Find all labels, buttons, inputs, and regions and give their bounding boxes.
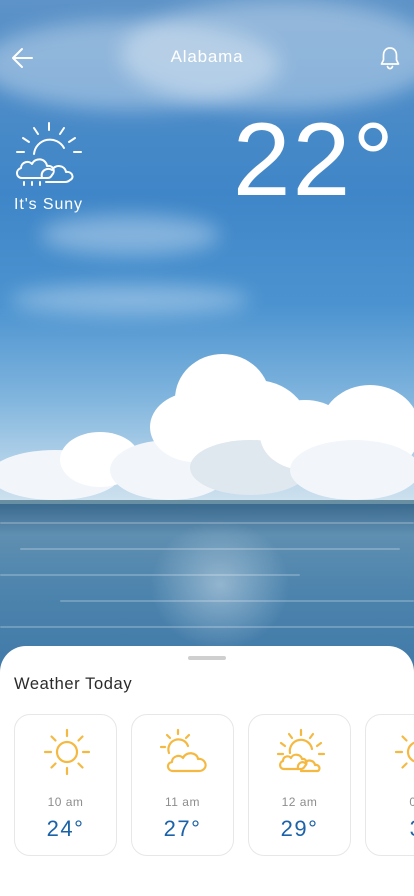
ripple (60, 600, 414, 602)
condition-label: It's Suny (14, 196, 83, 213)
page-title: Alabama (170, 47, 244, 66)
hour-label: 12 am (281, 795, 318, 809)
current-temperature: 22° (232, 102, 396, 218)
hour-label: 10 am (47, 795, 84, 809)
bell-icon (380, 47, 400, 70)
section-title: Weather Today (14, 675, 133, 693)
hourly-forecast-list[interactable]: 10 am 24° 11 am 27° 12 am 29° 0 (14, 714, 414, 858)
cloud-wisp (40, 215, 220, 255)
hour-temperature: 24° (46, 816, 85, 841)
hour-temperature: 27° (163, 816, 202, 841)
ripple (0, 574, 300, 576)
hourly-card[interactable]: 10 am 24° (14, 714, 117, 856)
sun-icon (394, 735, 414, 769)
hourly-card[interactable]: 11 am 27° (131, 714, 234, 856)
ripple (20, 548, 400, 550)
sun-icon (43, 728, 91, 776)
ripple (0, 626, 414, 628)
cloud-wisp (10, 285, 250, 315)
notifications-button[interactable] (378, 45, 402, 71)
top-bar: Alabama (0, 0, 414, 116)
hour-temperature: 29° (280, 816, 319, 841)
hourly-card[interactable]: 01 3 (365, 714, 414, 856)
hourly-card[interactable]: 12 am 29° (248, 714, 351, 856)
sun-behind-cloud-icon (159, 728, 207, 773)
bottom-sheet[interactable]: Weather Today 10 am 24° 11 am 27° 12 am … (0, 646, 414, 896)
cloud (290, 440, 414, 500)
ripple (0, 522, 414, 524)
sheet-drag-handle[interactable] (188, 656, 226, 660)
sun-with-cloud-icon (276, 728, 326, 773)
sea-reflection (150, 520, 290, 650)
hour-temperature: 3 (366, 816, 414, 842)
sun-behind-cloud-icon (12, 120, 84, 186)
hour-label: 01 (409, 795, 414, 809)
hour-label: 11 am (165, 795, 200, 809)
